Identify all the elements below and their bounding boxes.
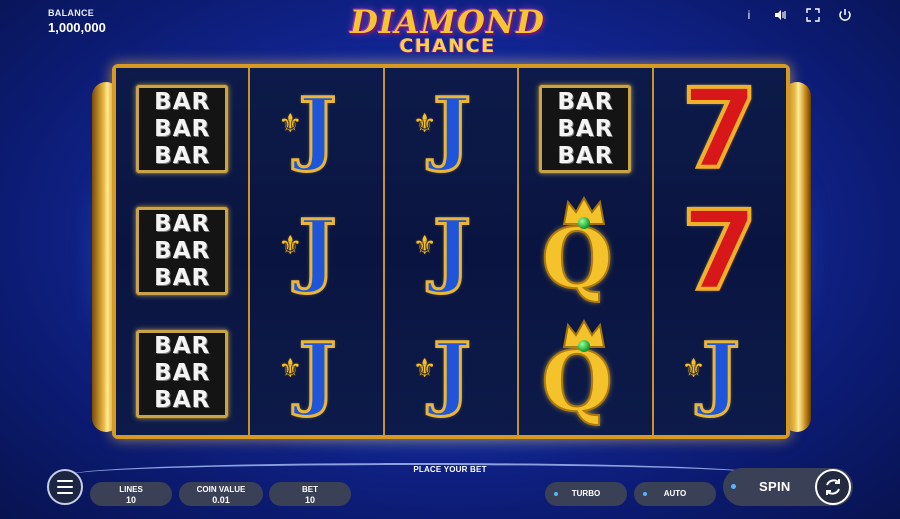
control-bar: PLACE YOUR BET LINES 10 COIN VALUE 0.01 … (40, 463, 860, 513)
spin-indicator (731, 484, 736, 489)
bar-text: BAR (154, 210, 211, 237)
bar-text: BAR (154, 115, 211, 142)
reel-cell: 7 (654, 190, 786, 312)
reel-5: 7 7 ⚜ J (653, 68, 787, 435)
bar-text: BAR (154, 264, 211, 291)
queen-letter: Q (540, 211, 613, 308)
jack-letter: J (700, 324, 741, 419)
bar-symbol: BAR BAR BAR (136, 329, 229, 418)
reel-cell: ⚜ J (250, 68, 382, 190)
bet-selector[interactable]: BET 10 (269, 482, 351, 506)
reel-3: ⚜ J ⚜ J ⚜ J (384, 68, 520, 435)
bar-text: BAR (557, 88, 614, 115)
auto-label: AUTO (663, 489, 687, 498)
jack-symbol: ⚜ J (277, 80, 357, 175)
spin-button[interactable] (815, 469, 851, 505)
bar-text: BAR (154, 387, 211, 414)
reel-cell: BAR BAR BAR (116, 190, 248, 312)
reel-grid: BAR BAR BAR BAR BAR BAR BAR BAR BAR ⚜ J ⚜ J ⚜ J ⚜ J ⚜ J ⚜ J B… (112, 64, 790, 439)
bar-text: BAR (154, 333, 211, 360)
bar-text: BAR (557, 115, 614, 142)
bet-label: BET (302, 485, 318, 494)
spin-label: SPIN (759, 479, 791, 494)
jack-symbol: ⚜ J (680, 324, 760, 419)
turbo-button[interactable]: TURBO (545, 482, 627, 506)
reel-cell: ⚜ J (385, 68, 517, 190)
refresh-icon (826, 479, 840, 495)
queen-symbol: Q (535, 196, 635, 306)
balance-value: 1,000,000 (48, 20, 106, 35)
reel-cell: Q (519, 313, 651, 435)
bar-text: BAR (154, 142, 211, 169)
info-icon[interactable]: i (742, 8, 756, 22)
reel-cell: 7 (654, 68, 786, 190)
top-controls: i (742, 8, 852, 22)
bar-text: BAR (154, 360, 211, 387)
reel-1: BAR BAR BAR BAR BAR BAR BAR BAR BAR (116, 68, 251, 435)
power-icon[interactable] (838, 8, 852, 22)
jack-symbol: ⚜ J (411, 80, 491, 175)
logo-line-1: DIAMOND (350, 3, 545, 41)
jack-letter: J (297, 80, 338, 175)
reel-cell: Q (519, 190, 651, 312)
jack-symbol: ⚜ J (411, 324, 491, 419)
balance-label: BALANCE (48, 8, 95, 18)
jack-letter: J (432, 324, 473, 419)
queen-letter: Q (540, 333, 613, 430)
seven-symbol: 7 (680, 65, 761, 194)
jack-letter: J (297, 324, 338, 419)
turbo-label: TURBO (571, 489, 601, 498)
reel-cell: BAR BAR BAR (116, 313, 248, 435)
bar-text: BAR (154, 237, 211, 264)
bar-text: BAR (154, 88, 211, 115)
jack-symbol: ⚜ J (277, 324, 357, 419)
reel-cell: BAR BAR BAR (116, 68, 248, 190)
spin-panel[interactable]: SPIN (723, 468, 853, 506)
bar-text: BAR (557, 142, 614, 169)
reel-cell: ⚜ J (250, 190, 382, 312)
jack-symbol: ⚜ J (277, 202, 357, 297)
lines-label: LINES (119, 485, 143, 494)
reel-2: ⚜ J ⚜ J ⚜ J (250, 68, 385, 435)
coin-value-value: 0.01 (212, 495, 230, 505)
fullscreen-icon[interactable] (806, 8, 820, 22)
turbo-indicator (554, 492, 558, 496)
menu-icon (57, 480, 73, 482)
bar-symbol: BAR BAR BAR (539, 85, 632, 174)
bar-symbol: BAR BAR BAR (136, 85, 229, 174)
auto-button[interactable]: AUTO (634, 482, 716, 506)
auto-indicator (643, 492, 647, 496)
jack-letter: J (432, 202, 473, 297)
bar-symbol: BAR BAR BAR (136, 207, 229, 296)
jack-symbol: ⚜ J (411, 202, 491, 297)
jack-letter: J (297, 202, 338, 297)
reel-cell: ⚜ J (250, 313, 382, 435)
seven-symbol: 7 (680, 187, 761, 316)
queen-symbol: Q (535, 318, 635, 430)
reel-cell: ⚜ J (654, 313, 786, 435)
coin-value-label: COIN VALUE (196, 485, 246, 494)
coin-value-selector[interactable]: COIN VALUE 0.01 (179, 482, 263, 506)
reel-4: BAR BAR BAR Q Q (519, 68, 654, 435)
lines-selector[interactable]: LINES 10 (90, 482, 172, 506)
sound-icon[interactable] (774, 8, 788, 22)
menu-button[interactable] (47, 469, 83, 505)
reel-cell: BAR BAR BAR (519, 68, 651, 190)
reel-cell: ⚜ J (385, 190, 517, 312)
game-logo: DIAMOND CHANCE (340, 6, 555, 58)
reel-cell: ⚜ J (385, 313, 517, 435)
jack-letter: J (432, 80, 473, 175)
balance-display: BALANCE 1,000,000 (48, 8, 106, 35)
lines-value: 10 (125, 495, 136, 505)
bet-value: 10 (304, 495, 315, 505)
